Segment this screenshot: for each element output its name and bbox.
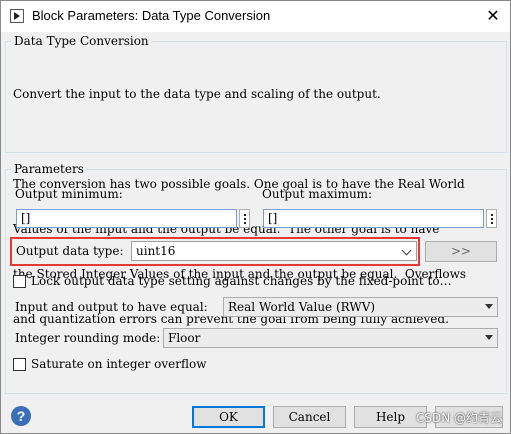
output-minimum-input[interactable]: [] [16,209,237,228]
block-group-legend: Data Type Conversion [14,34,149,48]
highlight-box [10,237,420,266]
description-line: Convert the input to the data type and s… [13,87,381,101]
description-line [13,132,503,147]
rounding-select[interactable]: Floor [163,328,498,348]
saturate-label: Saturate on integer overflow [31,357,207,371]
block-app-icon [10,9,24,23]
cancel-button[interactable]: Cancel [273,406,346,428]
saturate-checkbox[interactable] [13,358,26,371]
dialog-window: Block Parameters: Data Type Conversion ✕… [0,0,511,434]
help-question-icon[interactable]: ? [11,406,31,426]
watermark: CSDN @约青云 [415,411,502,425]
rounding-label: Integer rounding mode: [15,331,161,345]
parameters-legend: Parameters [14,162,84,176]
lock-output-label: Lock output data type setting against ch… [31,274,452,288]
caret-down-icon [485,304,493,309]
equal-value: Real World Value (RWV) [228,300,376,314]
close-button[interactable]: ✕ [476,1,510,32]
output-maximum-label: Output maximum: [262,187,373,201]
output-maximum-menu-button[interactable] [486,209,497,228]
equal-label: Input and output to have equal: [15,300,208,314]
lock-output-checkbox[interactable] [13,275,26,288]
output-minimum-label: Output minimum: [15,187,123,201]
title-bar: Block Parameters: Data Type Conversion ✕ [1,1,510,32]
output-maximum-input[interactable]: [] [263,209,484,228]
ok-button[interactable]: OK [192,406,265,428]
window-title: Block Parameters: Data Type Conversion [32,8,271,23]
close-icon: ✕ [486,8,500,25]
caret-down-icon [485,335,493,340]
output-minimum-menu-button[interactable] [239,209,250,228]
equal-select[interactable]: Real World Value (RWV) [223,297,498,317]
rounding-value: Floor [168,331,201,345]
data-type-assistant-button[interactable]: >> [425,241,497,262]
